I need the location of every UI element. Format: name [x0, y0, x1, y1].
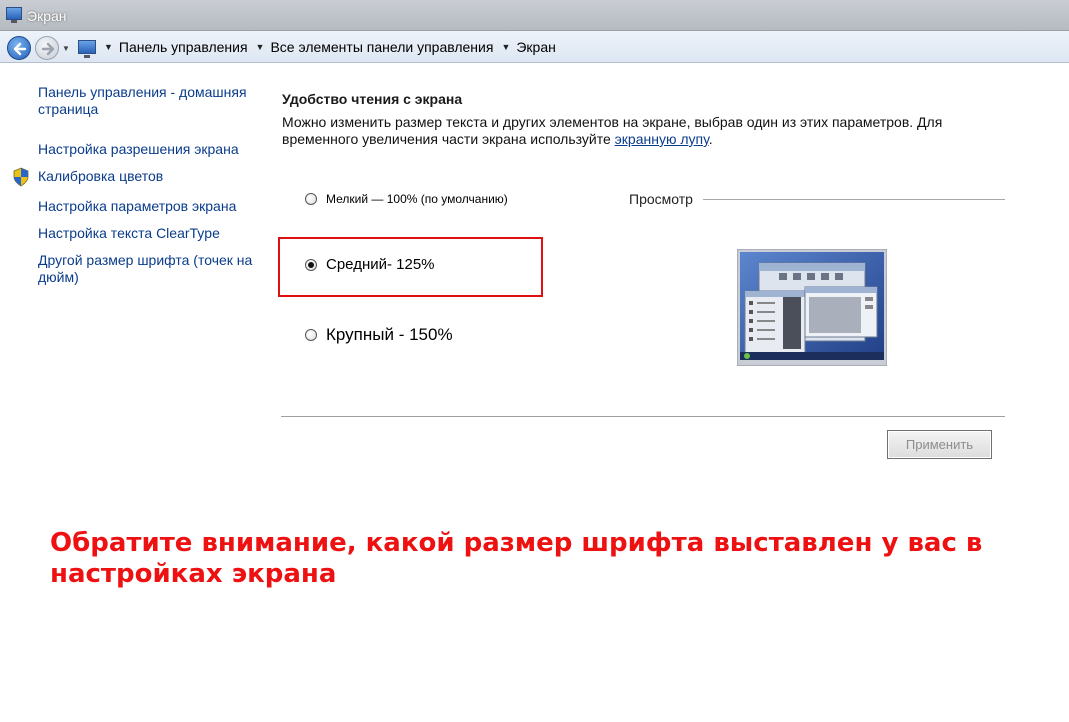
preview-divider	[703, 199, 1005, 200]
preview-image	[737, 249, 887, 366]
shield-icon	[13, 167, 29, 187]
radio-large[interactable]	[305, 329, 317, 341]
left-panel: Панель управления - домашняя страница На…	[0, 64, 265, 444]
page-description: Можно изменить размер текста и других эл…	[282, 114, 982, 148]
arrow-left-icon	[13, 42, 27, 56]
display-icon	[6, 7, 22, 23]
history-dropdown-icon[interactable]: ▼	[62, 44, 70, 53]
description-suffix: .	[708, 131, 713, 147]
separator	[281, 416, 1005, 417]
link-cleartype[interactable]: Настройка текста ClearType	[38, 225, 263, 242]
link-display-settings[interactable]: Настройка параметров экрана	[38, 198, 263, 215]
description-line1: Можно изменить размер текста и других эл…	[282, 114, 943, 130]
breadcrumb: ▼ Панель управления ▼ Все элементы панел…	[78, 34, 1069, 60]
chevron-down-icon[interactable]: ▼	[104, 42, 113, 52]
option-small[interactable]: Мелкий — 100% (по умолчанию)	[305, 192, 508, 206]
option-large[interactable]: Крупный - 150%	[305, 325, 453, 345]
preview-label: Просмотр	[629, 191, 693, 207]
option-large-label: Крупный - 150%	[326, 325, 453, 344]
arrow-right-icon	[41, 42, 55, 56]
breadcrumb-control-panel[interactable]: Панель управления	[119, 39, 248, 55]
link-calibrate-color[interactable]: Калибровка цветов	[38, 168, 263, 185]
annotation-text: Обратите внимание, какой размер шрифта в…	[50, 528, 983, 589]
chevron-down-icon[interactable]: ▼	[501, 42, 510, 52]
window-title: Экран	[27, 8, 67, 24]
breadcrumb-display[interactable]: Экран	[516, 39, 556, 55]
link-custom-dpi[interactable]: Другой размер шрифта (точек на дюйм)	[38, 252, 263, 286]
apply-button[interactable]: Применить	[887, 430, 992, 459]
title-bar: Экран	[0, 0, 1069, 31]
option-small-label: Мелкий — 100% (по умолчанию)	[326, 192, 508, 206]
magnifier-link[interactable]: экранную лупу	[615, 131, 709, 147]
forward-button[interactable]	[35, 36, 59, 60]
radio-small[interactable]	[305, 193, 317, 205]
breadcrumb-all-items[interactable]: Все элементы панели управления	[270, 39, 493, 55]
page-title: Удобство чтения с экрана	[282, 91, 463, 107]
link-screen-resolution[interactable]: Настройка разрешения экрана	[38, 141, 263, 158]
address-bar: ▼ ▼ Панель управления ▼ Все элементы пан…	[0, 31, 1069, 63]
control-panel-icon	[78, 40, 96, 58]
highlight-box	[278, 237, 543, 297]
back-button[interactable]	[7, 36, 31, 60]
description-line2: временного увеличения части экрана испол…	[282, 131, 615, 147]
chevron-down-icon[interactable]: ▼	[256, 42, 265, 52]
link-control-panel-home[interactable]: Панель управления - домашняя страница	[38, 84, 263, 118]
